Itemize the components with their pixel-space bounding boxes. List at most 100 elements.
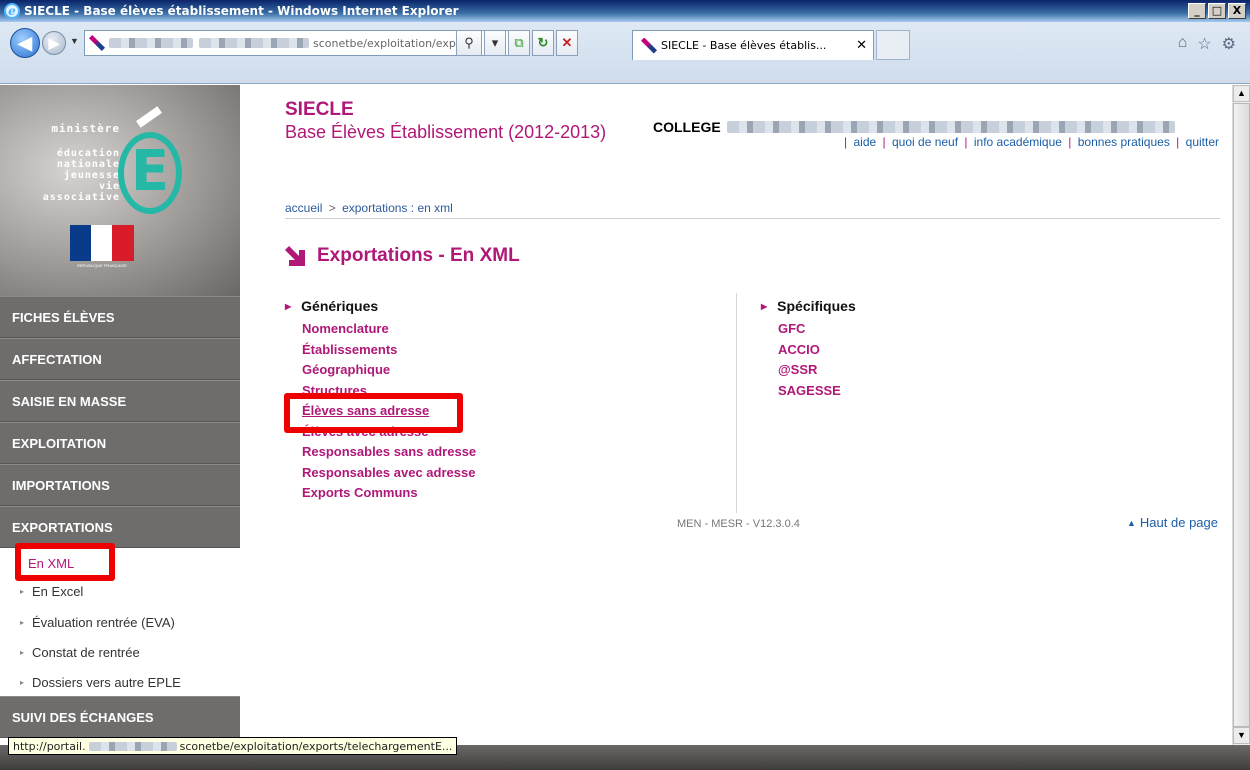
history-dropdown-icon[interactable]: ▼ — [70, 36, 79, 46]
close-button[interactable]: X — [1228, 3, 1246, 19]
back-to-top-label: Haut de page — [1139, 515, 1218, 530]
link-exports-communs[interactable]: Exports Communs — [302, 483, 476, 504]
generiques-title: ▶ Génériques — [285, 297, 476, 315]
menu-exportations[interactable]: EXPORTATIONS — [0, 506, 240, 548]
submenu-label: Évaluation rentrée (EVA) — [32, 614, 175, 630]
scroll-down-icon[interactable]: ▼ — [1233, 727, 1250, 744]
bullet-arrow-icon: ▸ — [20, 647, 25, 657]
back-to-top-link[interactable]: ▲ Haut de page — [1127, 515, 1218, 530]
bullet-arrow-icon: ▸ — [20, 617, 25, 627]
minimize-button[interactable]: _ — [1188, 3, 1206, 19]
status-url-start: http://portail. — [13, 739, 86, 753]
vertical-scrollbar[interactable]: ▲ ▼ — [1232, 85, 1250, 745]
gear-icon[interactable]: ⚙ — [1222, 34, 1236, 54]
link-separator: | — [1176, 135, 1180, 149]
search-icon[interactable]: ⚲ — [456, 30, 482, 56]
link-bonnes-pratiques[interactable]: bonnes pratiques — [1078, 135, 1170, 149]
college-name: COLLEGE — [653, 119, 1175, 135]
window-title: SIECLE - Base élèves établissement - Win… — [24, 4, 459, 18]
link-nomenclature[interactable]: Nomenclature — [302, 319, 476, 340]
link-responsables-sans-adresse[interactable]: Responsables sans adresse — [302, 442, 476, 463]
header-divider — [285, 218, 1220, 219]
link-gfc[interactable]: GFC — [778, 319, 856, 340]
tab-close-icon[interactable]: ✕ — [856, 38, 867, 53]
link-assr[interactable]: @SSR — [778, 360, 856, 381]
link-quitter[interactable]: quitter — [1186, 135, 1219, 149]
arrow-down-right-icon — [285, 246, 305, 266]
submenu-label: En Excel — [32, 583, 84, 599]
specifiques-title: ▶ Spécifiques — [761, 297, 856, 315]
breadcrumb-separator: > — [328, 201, 336, 215]
sidebar: ministère éducation nationale jeunesse v… — [0, 85, 240, 745]
page-heading-text: Exportations - En XML — [317, 245, 520, 266]
refresh-icon[interactable]: ↻ — [532, 30, 554, 56]
browser-right-icons: ⌂ ☆ ⚙ — [1178, 34, 1236, 54]
app-title: SIECLE — [285, 99, 354, 120]
address-dropdown-icon[interactable]: ▾ — [484, 30, 506, 56]
link-responsables-avec-adresse[interactable]: Responsables avec adresse — [302, 463, 476, 484]
college-name-redacted — [726, 121, 1175, 133]
bullet-arrow-icon: ▸ — [20, 677, 25, 687]
page-viewport: ministère éducation nationale jeunesse v… — [0, 85, 1232, 745]
menu-saisie-en-masse[interactable]: SAISIE EN MASSE — [0, 380, 240, 422]
link-etablissements[interactable]: Établissements — [302, 340, 476, 361]
submenu-en-excel[interactable]: ▸ En Excel — [0, 578, 240, 604]
favorites-star-icon[interactable]: ☆ — [1197, 34, 1211, 54]
window-controls: _ □ X — [1188, 3, 1246, 19]
marianne-flag-icon — [70, 225, 134, 261]
logo-e-mark: E — [118, 132, 182, 214]
back-icon[interactable]: ◀ — [10, 28, 40, 58]
menu-exploitation[interactable]: EXPLOITATION — [0, 422, 240, 464]
tab-title: SIECLE - Base élèves établis... — [661, 39, 827, 52]
link-separator: | — [882, 135, 886, 149]
breadcrumb-current: exportations : en xml — [342, 201, 453, 215]
link-sagesse[interactable]: SAGESSE — [778, 381, 856, 402]
link-separator: | — [1068, 135, 1072, 149]
home-icon[interactable]: ⌂ — [1178, 34, 1188, 54]
menu-fiches-eleves[interactable]: FICHES ÉLÈVES — [0, 296, 240, 338]
specifiques-links: GFC ACCIO @SSR SAGESSE — [761, 319, 856, 401]
link-geographique[interactable]: Géographique — [302, 360, 476, 381]
menu-affectation[interactable]: AFFECTATION — [0, 338, 240, 380]
compatibility-icon[interactable]: ⧉ — [508, 30, 530, 56]
new-tab-button[interactable] — [876, 30, 910, 60]
window-titlebar[interactable]: e SIECLE - Base élèves établissement - W… — [0, 0, 1250, 22]
submenu-label: Constat de rentrée — [32, 644, 140, 660]
link-aide[interactable]: aide — [854, 135, 877, 149]
header-links: | aide | quoi de neuf | info académique … — [841, 135, 1219, 149]
link-quoi-de-neuf[interactable]: quoi de neuf — [892, 135, 958, 149]
maximize-button[interactable]: □ — [1208, 3, 1226, 19]
status-url-redacted — [88, 741, 177, 751]
page-heading: Exportations - En XML — [285, 245, 520, 267]
stop-icon[interactable]: ✕ — [556, 30, 578, 56]
logo-accent — [136, 106, 162, 128]
breadcrumb: accueil > exportations : en xml — [285, 201, 453, 215]
main-content: SIECLE Base Élèves Établissement (2012-2… — [240, 85, 1232, 745]
column-divider — [736, 293, 737, 513]
submenu-constat-rentree[interactable]: ▸ Constat de rentrée — [0, 639, 240, 665]
submenu-dossiers-autre-eple[interactable]: ▸ Dossiers vers autre EPLE — [0, 669, 240, 695]
browser-navbar: ◀ ▶ ▼ sconetbe/exploitation/export: ⚲ ▾ … — [0, 22, 1250, 84]
siecle-favicon-icon — [89, 35, 105, 51]
menu-suivi-echanges[interactable]: SUIVI DES ÉCHANGES — [0, 696, 240, 738]
bullet-arrow-icon: ▸ — [20, 586, 25, 596]
breadcrumb-home[interactable]: accueil — [285, 201, 322, 215]
link-separator: | — [844, 135, 848, 149]
generiques-title-text: Génériques — [301, 298, 379, 314]
status-url-tooltip: http://portail. sconetbe/exploitation/ex… — [8, 737, 458, 755]
scroll-up-icon[interactable]: ▲ — [1233, 85, 1250, 102]
link-accio[interactable]: ACCIO — [778, 340, 856, 361]
link-info-academique[interactable]: info académique — [974, 135, 1062, 149]
app-version: MEN - MESR - V12.3.0.4 — [677, 518, 800, 530]
annotation-highlight-en-xml — [15, 543, 115, 581]
address-redacted — [199, 38, 309, 48]
tab-favicon-icon — [641, 37, 657, 54]
scroll-thumb[interactable] — [1233, 103, 1250, 727]
specifiques-section: ▶ Spécifiques GFC ACCIO @SSR SAGESSE — [761, 297, 856, 401]
menu-importations[interactable]: IMPORTATIONS — [0, 464, 240, 506]
app-subtitle: Base Élèves Établissement (2012-2013) — [285, 122, 607, 142]
submenu-evaluation-rentree[interactable]: ▸ Évaluation rentrée (EVA) — [0, 609, 240, 635]
forward-icon[interactable]: ▶ — [42, 31, 66, 55]
status-url-end: sconetbe/exploitation/exports/telecharge… — [179, 739, 453, 753]
tab-siecle[interactable]: SIECLE - Base élèves établis... ✕ — [632, 30, 874, 60]
